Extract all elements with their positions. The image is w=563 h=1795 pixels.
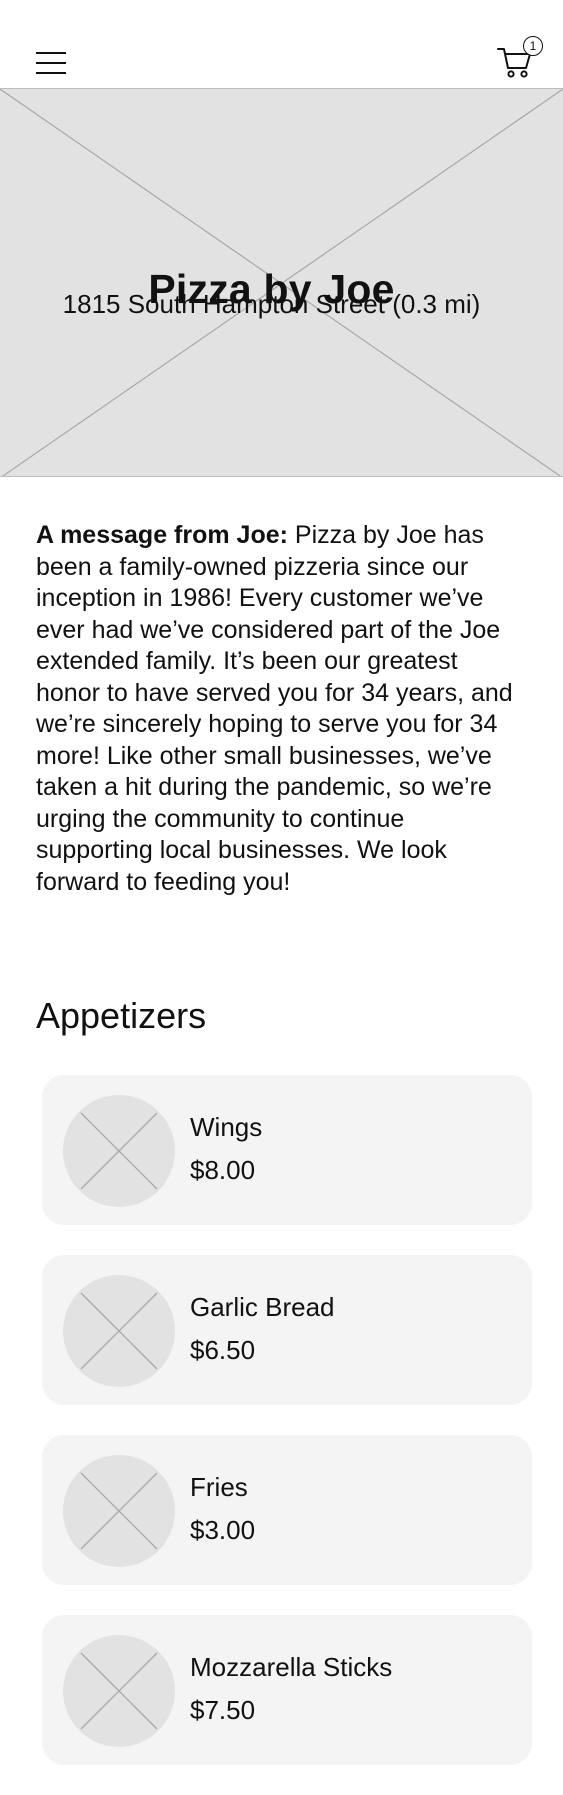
menu-item-name: Mozzarella Sticks: [190, 1652, 393, 1682]
menu-item-price: $3.00: [190, 1515, 256, 1545]
menu-item-garlic-bread[interactable]: Garlic Bread $6.50: [42, 1255, 532, 1405]
menu-line: [36, 72, 66, 74]
food-image-placeholder-icon: [63, 1275, 175, 1387]
menu-item-mozzarella-sticks[interactable]: Mozzarella Sticks $7.50: [42, 1615, 532, 1765]
food-image-placeholder-icon: [63, 1635, 175, 1747]
menu-item-name: Wings: [190, 1112, 263, 1142]
menu-line: [36, 62, 66, 64]
message-body: Pizza by Joe has been a family-owned piz…: [36, 521, 513, 896]
hamburger-menu-icon[interactable]: [36, 49, 66, 77]
menu-item-price: $6.50: [190, 1335, 256, 1365]
menu-line: [36, 52, 66, 54]
menu-item-price: $8.00: [190, 1155, 256, 1185]
menu-item-price: $7.50: [190, 1695, 256, 1725]
food-image-placeholder-icon: [63, 1095, 175, 1207]
menu-item-fries[interactable]: Fries $3.00: [42, 1435, 532, 1585]
menu-item-name: Fries: [190, 1472, 248, 1502]
message-lead: A message from Joe:: [36, 521, 288, 549]
menu-item-name: Garlic Bread: [190, 1292, 335, 1322]
top-bar: 1: [0, 0, 563, 88]
menu-item-list: Wings $8.00 Garlic Bread $6.50 Fries $3.…: [42, 1075, 532, 1795]
cart-count-badge: 1: [523, 36, 543, 56]
hero-banner: Pizza by Joe 1815 South Hampton Street (…: [0, 88, 563, 477]
food-image-placeholder-icon: [63, 1455, 175, 1567]
section-title-appetizers: Appetizers: [36, 995, 207, 1036]
cart-button[interactable]: 1: [497, 36, 545, 82]
restaurant-address: 1815 South Hampton Street (0.3 mi): [62, 289, 481, 319]
menu-item-wings[interactable]: Wings $8.00: [42, 1075, 532, 1225]
owner-message: A message from Joe: Pizza by Joe has bee…: [36, 520, 526, 898]
